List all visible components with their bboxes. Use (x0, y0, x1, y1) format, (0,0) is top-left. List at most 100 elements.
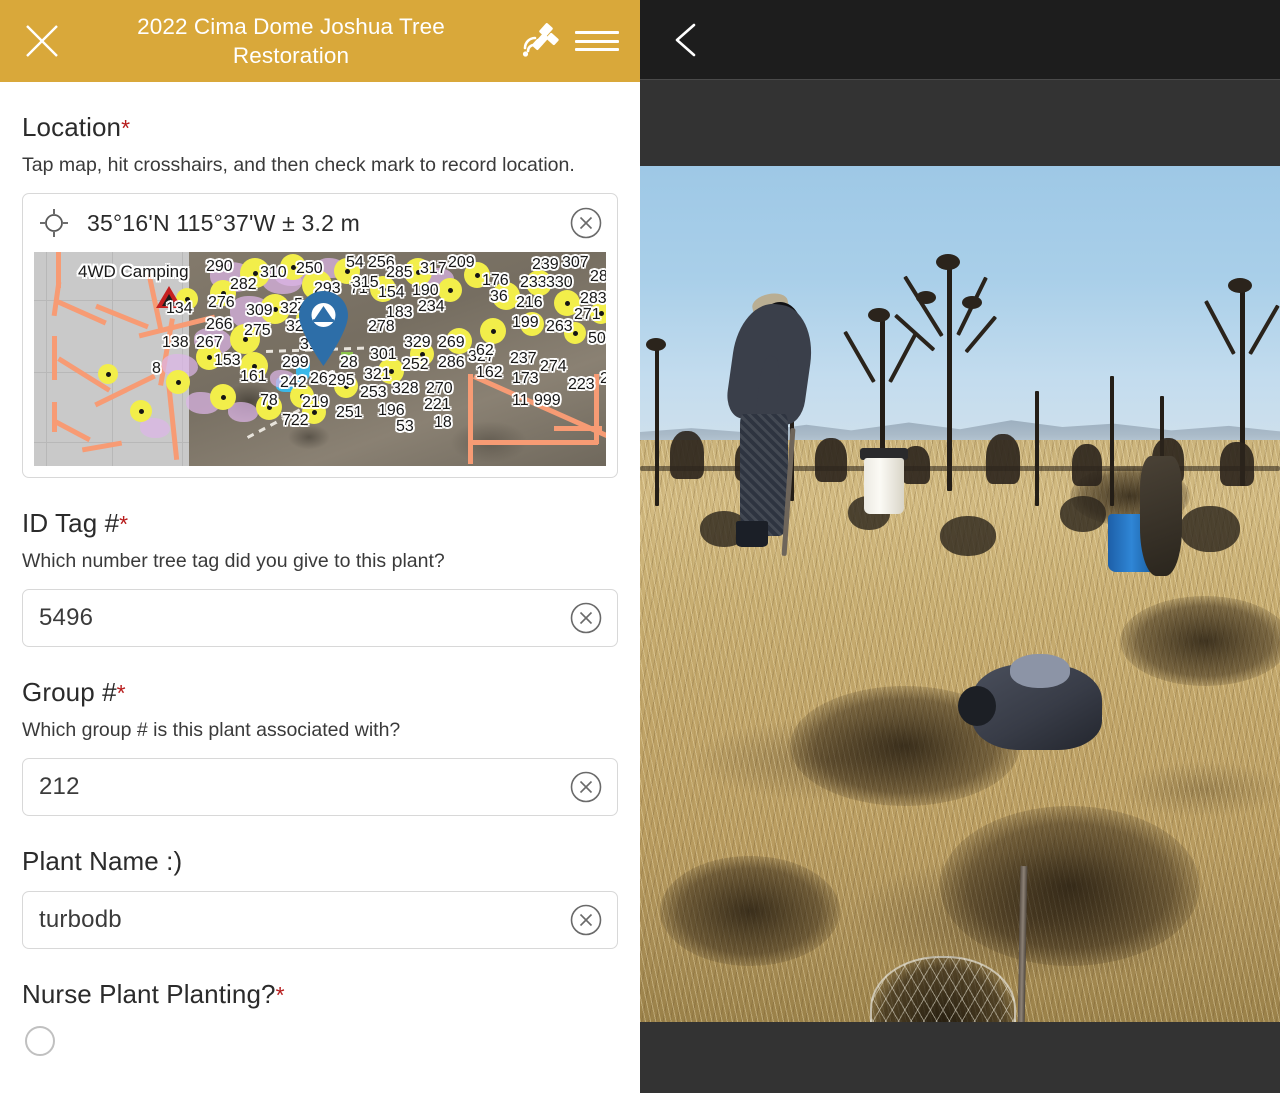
map-number-label: 286 (438, 354, 465, 371)
map-number-label: 285 (386, 264, 413, 281)
map-number-label: 53 (396, 418, 414, 435)
group-value: 212 (39, 773, 80, 800)
backpack-strap (1010, 654, 1070, 688)
map-number-label: 252 (402, 356, 429, 373)
app-root: 2022 Cima Dome Joshua Tree Restoration L… (0, 0, 1280, 1093)
map-number-label: 237 (510, 350, 537, 367)
map-number-label: 328 (392, 380, 419, 397)
field-photo[interactable] (640, 166, 1280, 1022)
map-number-label: 173 (512, 370, 539, 387)
map-number-label: 232 (600, 370, 606, 388)
map-number-label: 271 (574, 306, 601, 323)
id-tag-value: 5496 (39, 604, 94, 631)
map-number-label: 274 (540, 358, 567, 375)
group-label: Group #* (22, 677, 618, 708)
nurse-plant-radio-option[interactable] (25, 1026, 55, 1056)
form-pane: 2022 Cima Dome Joshua Tree Restoration L… (0, 0, 640, 1093)
person-legs (740, 414, 788, 536)
location-pin-icon (299, 291, 348, 366)
map-number-label: 269 (438, 334, 465, 351)
map-number-label: 78 (260, 392, 278, 409)
map-number-label: 250 (296, 260, 323, 277)
white-bucket (864, 458, 904, 514)
group-clear-button[interactable] (569, 770, 603, 804)
gps-status-button[interactable] (512, 18, 568, 64)
map-number-label: 330 (546, 274, 573, 291)
map-number-label: 18 (434, 414, 452, 431)
map-number-label: 199 (512, 314, 539, 331)
location-map-preview[interactable]: 4WD Camping 290 282 310 250 293 71 5 134… (34, 252, 606, 466)
map-number-label: 275 (244, 322, 271, 339)
crosshair-icon (40, 209, 68, 237)
group-input[interactable]: 212 (22, 758, 618, 816)
map-number-label: 153 (214, 352, 241, 369)
group-label-text: Group # (22, 677, 117, 707)
map-number-label: 234 (418, 298, 445, 315)
map-number-label: 134 (166, 300, 193, 317)
map-number-label: 282 (230, 276, 257, 293)
id-tag-label-text: ID Tag # (22, 508, 120, 538)
map-number-label: 209 (448, 254, 475, 271)
map-number-label: 321 (364, 366, 391, 383)
location-required-marker: * (121, 115, 131, 141)
photo-viewer-footer (640, 1022, 1280, 1093)
map-number-label: 276 (208, 294, 235, 311)
map-number-label: 253 (360, 384, 387, 401)
map-number-label: 239 (532, 256, 559, 273)
map-number-label: 219 (302, 394, 329, 411)
map-number-label: 309 (246, 302, 273, 319)
map-number-label: 242 (280, 374, 307, 391)
nurse-plant-label-text: Nurse Plant Planting? (22, 979, 276, 1009)
map-number-label: 999 (534, 392, 561, 409)
map-number-label: 8 (152, 360, 161, 377)
map-number-label: 266 (206, 316, 233, 333)
map-number-label: 154 (378, 284, 405, 301)
plant-name-clear-button[interactable] (569, 903, 603, 937)
backpack-handle (958, 686, 996, 726)
map-number-label: 301 (370, 346, 397, 363)
map-number-label: 50 (588, 330, 606, 347)
location-coordinate-row[interactable]: 35°16'N 115°37'W ± 3.2 m (23, 194, 617, 252)
map-number-label: 310 (260, 264, 287, 281)
person-boot (736, 521, 768, 547)
map-boundary (468, 440, 598, 445)
plant-name-input[interactable]: turbodb (22, 891, 618, 949)
map-number-label: 62 (476, 342, 494, 359)
map-number-label: 223 (568, 376, 595, 393)
plant-name-value: turbodb (39, 906, 122, 933)
close-button[interactable] (14, 21, 70, 61)
map-number-label: 138 (162, 334, 189, 351)
photo-viewer-header (640, 0, 1280, 80)
map-number-label: 161 (240, 368, 267, 385)
plant-name-label-text: Plant Name :) (22, 846, 183, 876)
map-number-label: 278 (368, 318, 395, 335)
id-tag-input[interactable]: 5496 (22, 589, 618, 647)
location-label-text: Location (22, 112, 122, 142)
location-hint: Tap map, hit crosshairs, and then check … (22, 154, 575, 176)
map-boundary (468, 374, 473, 464)
location-label: Location* (22, 112, 618, 143)
map-road (52, 336, 57, 380)
id-tag-clear-button[interactable] (569, 601, 603, 635)
gear-bundle (1140, 456, 1182, 576)
app-header: 2022 Cima Dome Joshua Tree Restoration (0, 0, 640, 82)
map-number-label: 722 (282, 412, 309, 429)
nurse-plant-required-marker: * (275, 982, 285, 1008)
page-title: 2022 Cima Dome Joshua Tree Restoration (137, 14, 445, 68)
map-camping-label: 4WD Camping (78, 262, 189, 281)
map-number-label: 263 (546, 318, 573, 335)
back-button[interactable] (670, 18, 714, 62)
id-tag-required-marker: * (119, 511, 129, 537)
back-chevron-icon (675, 23, 696, 56)
nurse-plant-label: Nurse Plant Planting?* (22, 979, 618, 1010)
map-road (52, 402, 57, 432)
group-required-marker: * (116, 680, 126, 706)
map-number-label: 11 (512, 392, 529, 409)
map-number-label: 233 (520, 274, 547, 291)
group-hint: Which group # is this plant associated w… (22, 719, 401, 741)
menu-button[interactable] (568, 26, 626, 57)
map-number-label: 221 (424, 396, 451, 413)
location-clear-button[interactable] (569, 206, 603, 240)
map-number-label: 54 (346, 254, 364, 271)
map-number-label: 216 (516, 294, 543, 311)
